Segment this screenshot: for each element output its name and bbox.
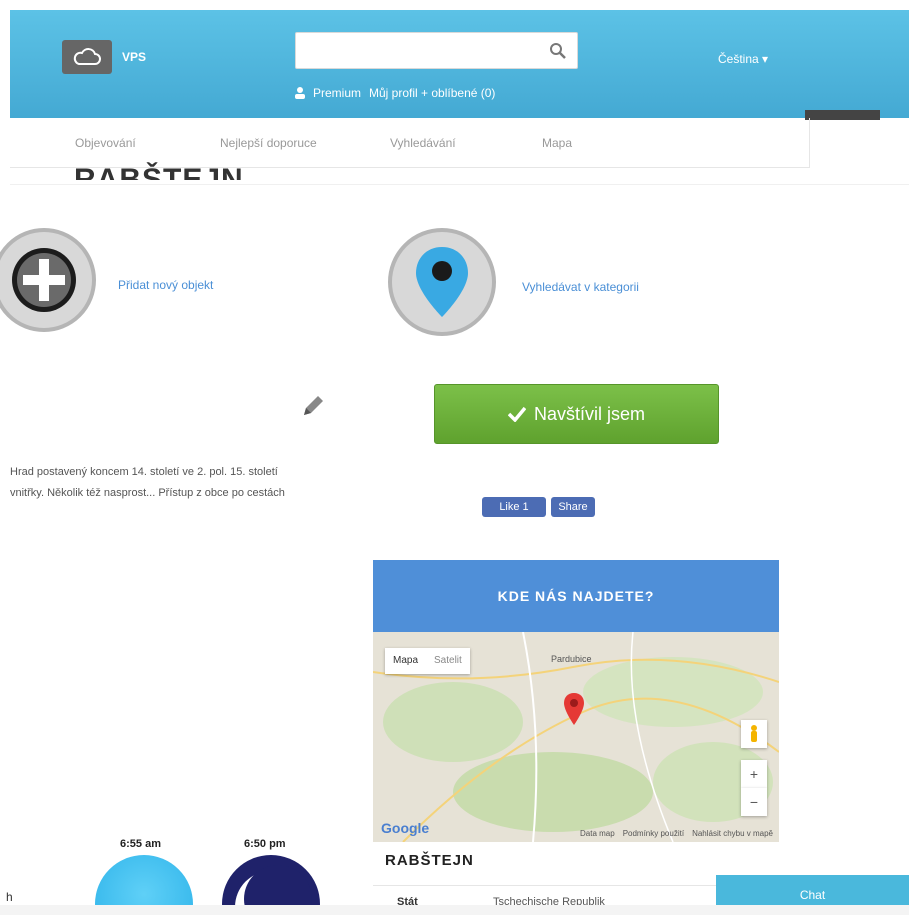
premium-link[interactable]: Premium	[313, 86, 361, 100]
site-header: VPS Premium Můj profil + oblíbené (0) Če…	[10, 10, 909, 118]
category-search-button[interactable]	[388, 228, 496, 336]
tab-search[interactable]: Vyhledávání	[390, 136, 456, 150]
edit-pencil-icon[interactable]	[300, 393, 326, 419]
share-button[interactable]: Share	[551, 497, 595, 517]
page-title: RABŠTEJN	[74, 163, 244, 180]
header-sublinks: Premium Můj profil + oblíbené (0)	[295, 86, 495, 100]
tab-discover[interactable]: Objevování	[75, 136, 136, 150]
plus-icon	[12, 248, 76, 312]
divider	[10, 184, 909, 185]
category-search-link[interactable]: Vyhledávat v kategorii	[522, 280, 639, 294]
map-pin-icon	[416, 247, 468, 317]
sunset-time: 6:50 pm	[244, 838, 286, 850]
map-heading: KDE NÁS NAJDETE?	[373, 560, 779, 632]
description: Hrad postavený koncem 14. století ve 2. …	[10, 462, 285, 504]
description-line: vnitřky. Několik též nasprost... Přístup…	[10, 487, 285, 499]
profile-link[interactable]: Můj profil + oblíbené (0)	[369, 86, 495, 100]
logo-cloud-icon[interactable]	[62, 40, 112, 74]
place-name: RABŠTEJN	[385, 852, 474, 869]
map-data-link[interactable]: Data map	[580, 829, 615, 838]
bottom-scroll-edge	[0, 905, 909, 915]
sunrise-time: 6:55 am	[120, 838, 161, 850]
add-object-button[interactable]	[0, 228, 96, 332]
search-box[interactable]	[295, 32, 578, 69]
tab-best[interactable]: Nejlepší doporuce	[220, 136, 317, 150]
description-line: Hrad postavený koncem 14. století ve 2. …	[10, 466, 278, 478]
zoom-out-button[interactable]: −	[741, 788, 767, 816]
location-marker-icon[interactable]	[563, 692, 585, 726]
like-button[interactable]: Like 1	[482, 497, 546, 517]
map-type-map[interactable]: Mapa	[385, 648, 426, 674]
map-city-label: Pardubice	[551, 654, 592, 664]
cut-off-text: h	[6, 890, 13, 904]
map-view[interactable]: Mapa Satelit Pardubice + − Google Data m…	[373, 632, 779, 842]
tab-map[interactable]: Mapa	[542, 136, 572, 150]
add-object-link[interactable]: Přidat nový objekt	[118, 278, 213, 292]
map-report-link[interactable]: Nahlásit chybu v mapě	[692, 829, 773, 838]
map-type-satellite[interactable]: Satelit	[426, 648, 470, 674]
language-dropdown[interactable]: Čeština ▾	[718, 52, 768, 66]
zoom-in-button[interactable]: +	[741, 760, 767, 788]
map-footer: Data map Podmínky použití Nahlásit chybu…	[580, 829, 773, 838]
header-accent-bar	[805, 110, 880, 120]
search-icon[interactable]	[549, 42, 567, 60]
visited-button[interactable]: Navštívil jsem	[434, 384, 719, 444]
search-input[interactable]	[296, 33, 536, 68]
map-terms-link[interactable]: Podmínky použití	[623, 829, 684, 838]
street-view-pegman-icon[interactable]	[741, 720, 767, 748]
user-icon	[295, 87, 305, 99]
brand-name[interactable]: VPS	[122, 50, 146, 64]
visited-label: Navštívil jsem	[533, 403, 645, 424]
google-logo: Google	[381, 820, 430, 836]
checkmark-icon	[507, 406, 526, 422]
map-type-toggle[interactable]: Mapa Satelit	[385, 648, 470, 674]
